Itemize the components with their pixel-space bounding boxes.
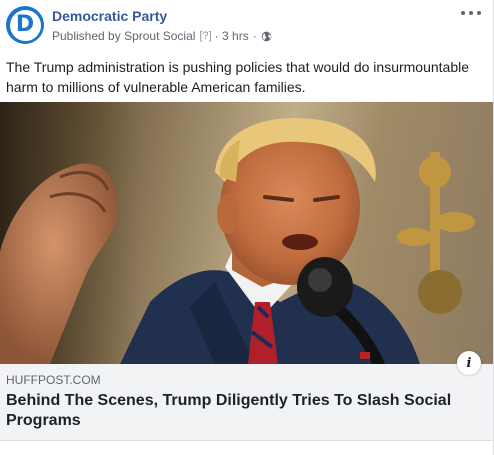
- post-text: The Trump administration is pushing poli…: [6, 59, 470, 95]
- avatar-letter: D: [15, 12, 35, 37]
- publisher-link[interactable]: Sprout Social: [124, 29, 195, 43]
- meta-separator: ·: [214, 29, 219, 43]
- help-marker[interactable]: [?]: [199, 30, 211, 42]
- published-by-label: Published by: [52, 29, 121, 43]
- info-icon[interactable]: i: [457, 351, 481, 375]
- democratic-party-logo-icon: D: [9, 9, 41, 41]
- globe-icon[interactable]: [261, 31, 272, 42]
- page-name-link[interactable]: Democratic Party: [52, 8, 167, 24]
- post-header: D Democratic Party Published by Sprout S…: [0, 0, 493, 52]
- more-options-icon[interactable]: [461, 6, 481, 20]
- preview-photo: [0, 102, 475, 364]
- link-preview-image[interactable]: [0, 102, 493, 364]
- link-domain: HUFFPOST.COM: [6, 373, 101, 387]
- post-card: D Democratic Party Published by Sprout S…: [0, 0, 494, 455]
- link-preview[interactable]: HUFFPOST.COM Behind The Scenes, Trump Di…: [0, 364, 493, 441]
- meta-separator-2: ·: [252, 29, 257, 43]
- post-meta: Published by Sprout Social [?] · 3 hrs ·: [52, 29, 272, 43]
- link-headline[interactable]: Behind The Scenes, Trump Diligently Trie…: [6, 391, 476, 431]
- page-avatar[interactable]: D: [6, 6, 44, 44]
- post-time-link[interactable]: 3 hrs: [222, 29, 249, 43]
